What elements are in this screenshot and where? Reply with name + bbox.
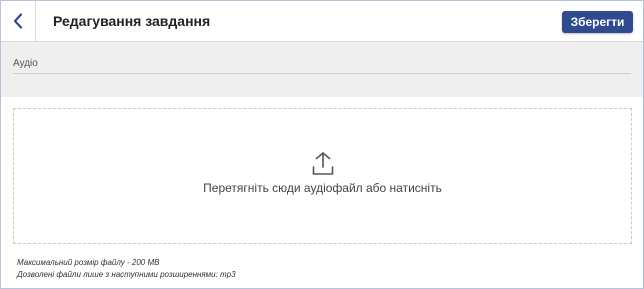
- audio-field-underline: [13, 73, 631, 74]
- max-size-note: Максимальний розмір файлу - 200 MB: [17, 258, 160, 267]
- file-notes: Максимальний розмір файлу - 200 MB Дозво…: [17, 257, 236, 281]
- audio-dropzone[interactable]: Перетягніть сюди аудіофайл або натисніть: [13, 108, 632, 244]
- window-frame: Редагування завдання Зберегти Аудіо Пере…: [0, 0, 644, 289]
- header-bar: Редагування завдання Зберегти: [1, 1, 643, 42]
- audio-field-section: Аудіо: [1, 42, 643, 97]
- back-button[interactable]: [1, 1, 36, 41]
- chevron-left-icon: [13, 13, 23, 29]
- audio-field-label: Аудіо: [13, 58, 38, 69]
- save-button[interactable]: Зберегти: [562, 11, 633, 33]
- allowed-extensions-note: Дозволені файли лише з наступними розшир…: [17, 270, 236, 279]
- upload-icon: [312, 152, 334, 175]
- dropzone-text: Перетягніть сюди аудіофайл або натисніть: [203, 181, 442, 195]
- page-title: Редагування завдання: [53, 13, 211, 29]
